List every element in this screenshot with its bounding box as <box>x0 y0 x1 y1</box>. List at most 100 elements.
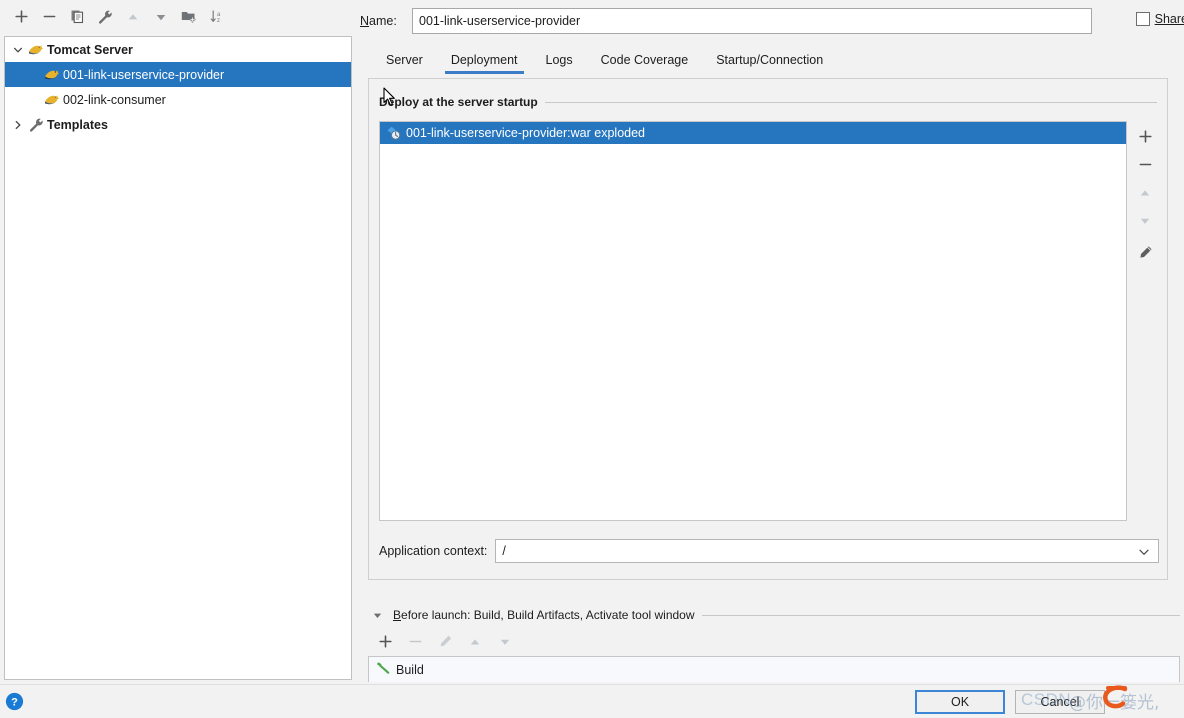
tree-node-label: 002-link-consumer <box>63 92 166 107</box>
tomcat-icon <box>27 42 45 58</box>
tomcat-icon <box>43 67 61 83</box>
before-launch-move-down-button[interactable] <box>492 630 518 656</box>
move-down-button[interactable] <box>148 5 174 31</box>
application-context-label: Application context: <box>379 544 488 558</box>
tab-label: Deployment <box>450 53 518 67</box>
help-circle-icon[interactable]: ? <box>5 692 24 711</box>
name-input[interactable] <box>412 8 1092 34</box>
edit-templates-button[interactable] <box>92 5 118 31</box>
tab-label: Startup/Connection <box>716 53 824 67</box>
minus-icon <box>408 634 423 652</box>
before-launch-add-button[interactable] <box>372 630 398 656</box>
application-context-combobox[interactable]: / <box>495 539 1159 563</box>
remove-configuration-button[interactable] <box>36 5 62 31</box>
list-item[interactable]: 001-link-userservice-provider:war explod… <box>380 122 1126 144</box>
checkbox-box[interactable] <box>1135 12 1150 26</box>
svg-text:?: ? <box>11 697 18 709</box>
name-row: Name: <box>360 8 1184 34</box>
before-launch-remove-button[interactable] <box>402 630 428 656</box>
edit-artifact-button[interactable] <box>1133 242 1157 266</box>
tomcat-icon <box>43 92 61 108</box>
deployment-panel: Deploy at the server startup 001-link-us… <box>368 78 1168 580</box>
configuration-tabs: Server Deployment Logs Code Coverage Sta… <box>372 46 1184 74</box>
tab-label: Code Coverage <box>600 53 689 67</box>
wrench-icon <box>27 117 45 133</box>
plus-icon <box>14 9 29 27</box>
legend-label: Deploy at the server startup <box>379 95 538 109</box>
configuration-editor-pane: Name: Share Server Deployment Logs Code … <box>360 0 1184 684</box>
folder-add-icon <box>181 9 197 27</box>
before-launch-task-label: Build <box>396 662 424 677</box>
arrow-down-icon <box>154 10 168 27</box>
arrow-up-icon <box>1138 186 1152 203</box>
pencil-icon <box>1137 245 1153 264</box>
before-launch-title-rest: efore launch: Build, Build Artifacts, Ac… <box>401 608 695 622</box>
sort-configurations-button[interactable]: a z <box>204 5 230 31</box>
artifact-move-down-button[interactable] <box>1133 210 1157 234</box>
arrow-up-icon <box>468 635 482 652</box>
artifact-icon <box>385 125 403 141</box>
before-launch-toolbar <box>372 630 572 656</box>
tree-node-label: Tomcat Server <box>47 42 133 57</box>
minus-icon <box>1138 157 1153 175</box>
tree-node-label: Templates <box>47 117 108 132</box>
tab-label: Server <box>386 53 423 67</box>
tab-label: Logs <box>545 53 573 67</box>
plus-icon <box>1138 129 1153 147</box>
plus-icon <box>378 634 393 652</box>
tab-code-coverage[interactable]: Code Coverage <box>587 46 703 74</box>
pencil-icon <box>437 634 453 653</box>
svg-text:z: z <box>217 18 220 24</box>
ok-button[interactable]: OK <box>915 690 1005 714</box>
deployment-list-toolbar <box>1131 121 1159 521</box>
before-launch-edit-button[interactable] <box>432 630 458 656</box>
cancel-button[interactable]: Cancel <box>1015 690 1105 714</box>
wrench-icon <box>97 9 113 28</box>
copy-configuration-button[interactable] <box>64 5 90 31</box>
list-item-label: 001-link-userservice-provider:war explod… <box>406 126 645 140</box>
hammer-icon <box>375 660 391 679</box>
tree-node-tomcat-server[interactable]: Tomcat Server <box>5 37 351 62</box>
tab-server[interactable]: Server <box>372 46 437 74</box>
share-checkbox[interactable]: Share <box>1135 12 1184 26</box>
sort-az-icon: a z <box>210 9 225 27</box>
artifact-move-up-button[interactable] <box>1133 182 1157 206</box>
copy-icon <box>70 9 85 27</box>
tree-node-label: 001-link-userservice-provider <box>63 67 225 82</box>
before-launch-title: Before launch: Build, Build Artifacts, A… <box>393 608 695 622</box>
arrow-down-icon <box>498 635 512 652</box>
arrow-up-icon <box>126 10 140 27</box>
before-launch-move-up-button[interactable] <box>462 630 488 656</box>
configurations-tree[interactable]: Tomcat Server 001-link-userservice-provi… <box>4 36 352 680</box>
add-artifact-button[interactable] <box>1133 126 1157 150</box>
before-launch-tasks-list[interactable]: Build <box>368 656 1180 682</box>
before-launch-divider <box>701 614 1180 616</box>
move-up-button[interactable] <box>120 5 146 31</box>
arrow-down-icon <box>1138 214 1152 231</box>
tree-node-001-link-userservice-provider[interactable]: 001-link-userservice-provider <box>5 62 351 87</box>
tree-node-templates[interactable]: Templates <box>5 112 351 137</box>
tab-startup-connection[interactable]: Startup/Connection <box>702 46 837 74</box>
legend-divider <box>544 101 1157 103</box>
tab-logs[interactable]: Logs <box>532 46 587 74</box>
collapse-triangle-icon[interactable] <box>368 610 386 621</box>
application-context-value: / <box>502 544 506 558</box>
minus-icon <box>42 9 57 27</box>
tab-deployment[interactable]: Deployment <box>437 46 532 74</box>
application-context-row: Application context: / <box>379 539 1159 563</box>
configurations-toolbar: a z <box>0 0 356 36</box>
create-folder-button[interactable] <box>176 5 202 31</box>
dialog-button-bar: ? OK Cancel <box>0 684 1184 718</box>
deploy-at-startup-legend: Deploy at the server startup <box>379 95 1157 109</box>
chevron-right-icon[interactable] <box>9 112 27 137</box>
chevron-down-icon[interactable] <box>9 37 27 62</box>
configurations-left-pane: a z Tomcat Server 001-link-userservice-p… <box>0 0 356 684</box>
remove-artifact-button[interactable] <box>1133 154 1157 178</box>
add-configuration-button[interactable] <box>8 5 34 31</box>
run-debug-configurations-dialog: a z Tomcat Server 001-link-userservice-p… <box>0 0 1184 718</box>
chevron-down-icon[interactable] <box>1138 540 1150 564</box>
tree-node-002-link-consumer[interactable]: 002-link-consumer <box>5 87 351 112</box>
deployment-artifacts-list[interactable]: 001-link-userservice-provider:war explod… <box>379 121 1127 521</box>
before-launch-header: Before launch: Build, Build Artifacts, A… <box>368 606 1180 624</box>
name-label: Name: <box>360 14 397 28</box>
